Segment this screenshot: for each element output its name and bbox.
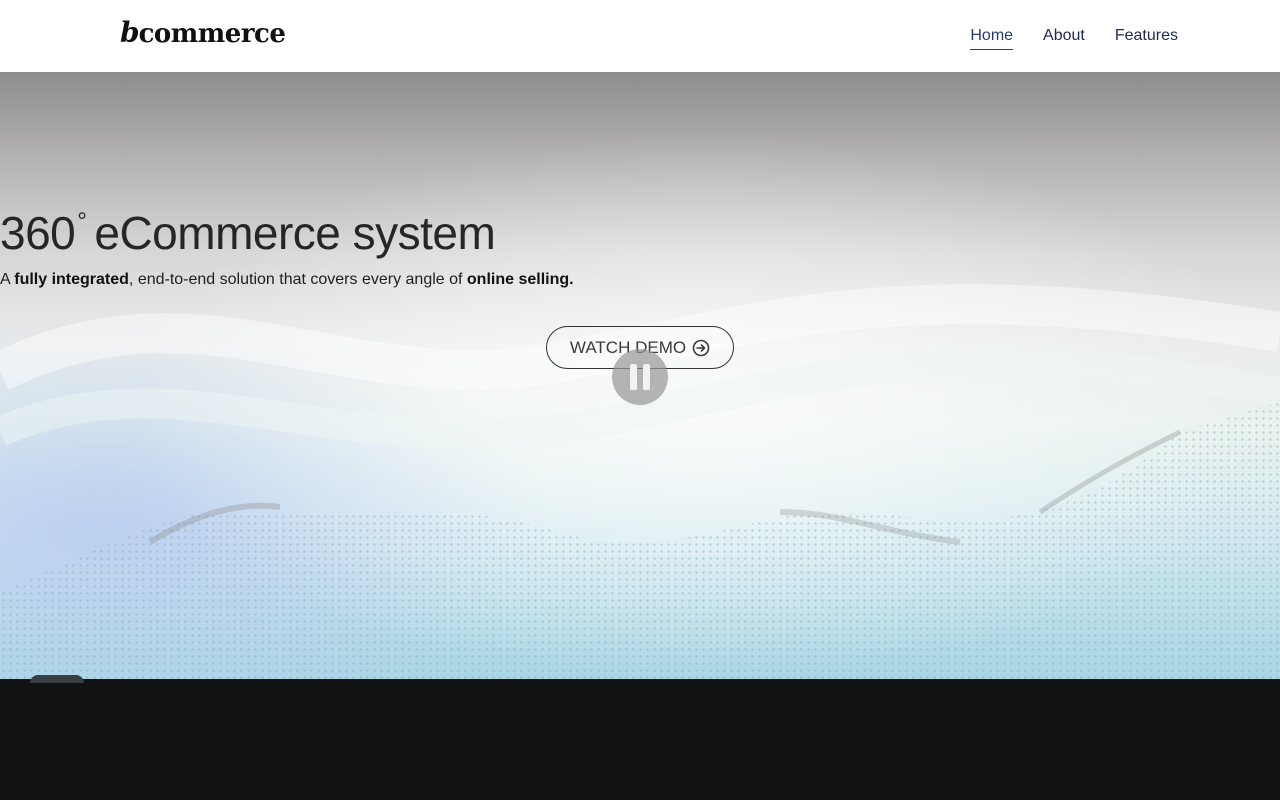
pause-icon-bar xyxy=(643,364,650,390)
headline-number: 360 xyxy=(0,207,76,259)
hero-subheadline: A fully integrated, end-to-end solution … xyxy=(0,270,1280,290)
nav-link-about[interactable]: About xyxy=(1043,25,1085,49)
sub-emphasis-integrated: fully integrated xyxy=(14,271,129,288)
logo-text: commerce xyxy=(138,19,286,49)
headline-text: eCommerce system xyxy=(94,207,496,259)
hero-headline: 360° eCommerce system xyxy=(0,196,1280,259)
video-pause-button[interactable] xyxy=(612,349,668,405)
dark-section xyxy=(0,679,1280,800)
sub-middle: , end-to-end solution that covers every … xyxy=(128,271,467,288)
sub-emphasis-online-selling: online selling. xyxy=(466,271,574,288)
pause-icon xyxy=(630,364,637,390)
nav-link-home[interactable]: Home xyxy=(970,25,1014,50)
site-header: bcommerce Home About Features xyxy=(0,0,1280,72)
main-nav: Home About Features xyxy=(970,24,1178,50)
floating-widget-edge[interactable] xyxy=(30,675,84,683)
sub-prefix: A xyxy=(0,271,15,288)
brand-logo[interactable]: bcommerce xyxy=(120,16,286,50)
hero-section: 360° eCommerce system A fully integrated,… xyxy=(0,72,1280,679)
nav-link-features[interactable]: Features xyxy=(1115,25,1178,49)
arrow-right-circle-icon xyxy=(692,339,710,356)
headline-degree: ° xyxy=(77,208,87,235)
logo-mark: b xyxy=(120,16,140,49)
